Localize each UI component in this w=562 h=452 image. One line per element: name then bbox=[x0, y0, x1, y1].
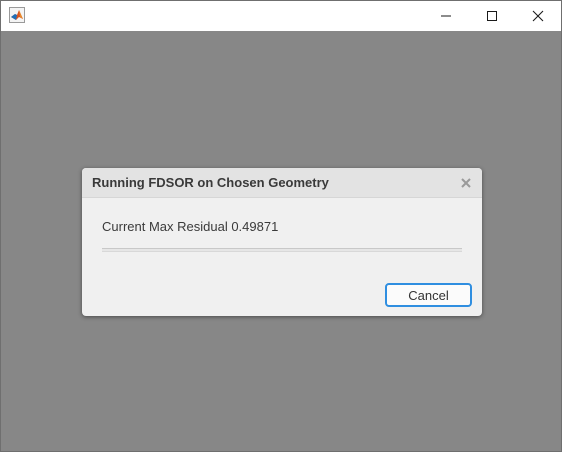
minimize-icon bbox=[441, 15, 451, 17]
cancel-button[interactable]: Cancel bbox=[385, 283, 472, 307]
close-x-icon bbox=[461, 178, 471, 188]
window-titlebar bbox=[1, 1, 561, 31]
maximize-button[interactable] bbox=[469, 1, 515, 31]
app-window: Running FDSOR on Chosen Geometry Current… bbox=[0, 0, 562, 452]
matlab-icon bbox=[9, 7, 25, 23]
progress-bar bbox=[102, 248, 462, 252]
minimize-button[interactable] bbox=[423, 1, 469, 31]
residual-message: Current Max Residual 0.49871 bbox=[102, 219, 279, 234]
maximize-icon bbox=[487, 11, 497, 21]
dialog-header: Running FDSOR on Chosen Geometry bbox=[82, 168, 482, 198]
window-close-button[interactable] bbox=[515, 1, 561, 31]
close-icon bbox=[532, 10, 544, 22]
dialog-title: Running FDSOR on Chosen Geometry bbox=[92, 175, 329, 190]
progress-dialog: Running FDSOR on Chosen Geometry Current… bbox=[82, 168, 482, 316]
dialog-close-button[interactable] bbox=[459, 176, 473, 190]
